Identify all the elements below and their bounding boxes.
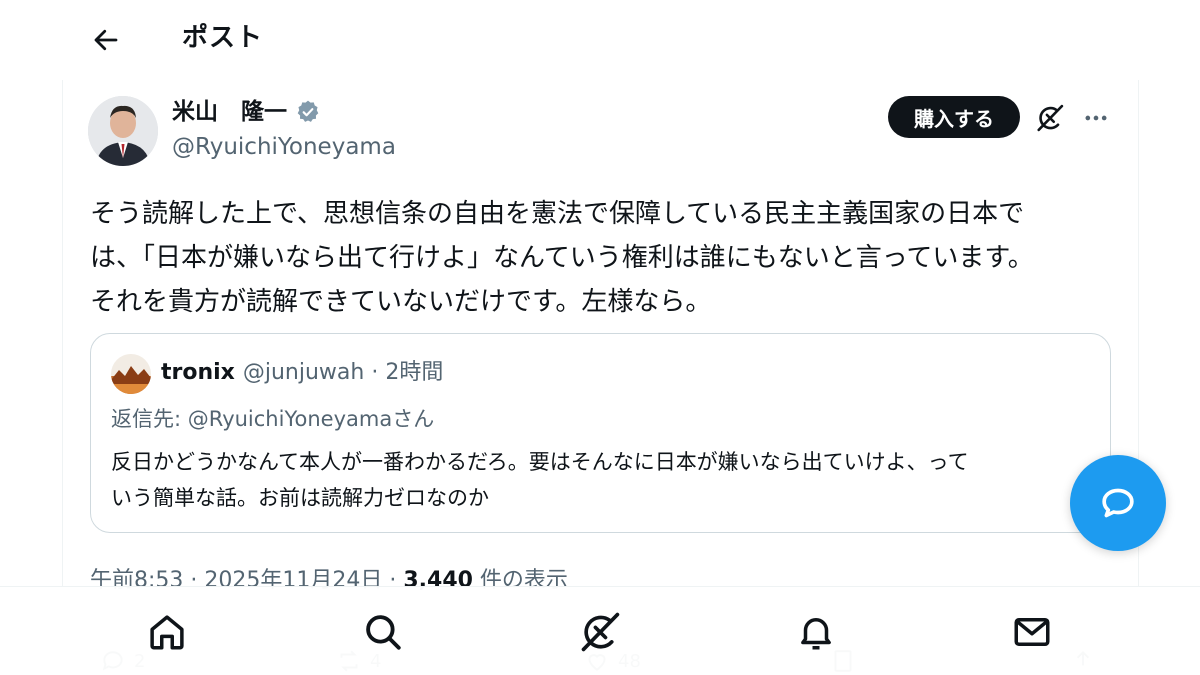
top-header: ポスト	[0, 0, 1200, 78]
compose-reply-button[interactable]	[1070, 455, 1166, 551]
quoted-header: tronix @junjuwah · 2時間	[161, 358, 443, 388]
more-dots-icon	[1085, 115, 1107, 121]
author-name-text: 米山 隆一	[172, 99, 287, 125]
buy-button[interactable]: 購入する	[888, 96, 1020, 138]
bell-icon	[801, 618, 831, 650]
quoted-post-card[interactable]: tronix @junjuwah · 2時間 返信先: @RyuichiYone…	[90, 333, 1111, 533]
mail-icon	[1014, 618, 1050, 646]
nav-messages[interactable]	[1007, 607, 1057, 657]
author-handle[interactable]: @RyuichiYoneyama	[172, 132, 396, 162]
grok-icon	[1037, 104, 1064, 132]
quoted-author-meta: @junjuwah · 2時間	[242, 360, 444, 385]
quoted-line: 反日かどうかなんて本人が一番わかるだろ。要はそんなに日本が嫌いなら出ていけよ、っ…	[111, 450, 969, 474]
arrow-left-icon	[94, 29, 118, 51]
quoted-line: いう簡単な話。お前は読解力ゼロなのか	[111, 486, 489, 510]
quoted-reply-to: 返信先: @RyuichiYoneyamaさん	[111, 407, 435, 431]
compose-reply-icon	[1102, 488, 1134, 518]
nav-home[interactable]	[142, 607, 192, 657]
nav-grok[interactable]	[575, 607, 625, 657]
post-line: それを貴方が読解できていないだけです。左様なら。	[90, 287, 712, 317]
grok-button[interactable]	[1032, 100, 1068, 136]
search-icon	[366, 615, 401, 650]
grok-icon	[581, 612, 620, 652]
bottom-navigation	[0, 586, 1200, 675]
page-title: ポスト	[182, 23, 264, 53]
nav-notifications[interactable]	[791, 607, 841, 657]
post-line: は、「日本が嫌いなら出て行けよ」なんていう権利は誰にもないと言っています。	[90, 243, 1034, 273]
home-icon	[150, 615, 184, 650]
author-name[interactable]: 米山 隆一	[172, 96, 321, 128]
verified-badge-icon	[295, 99, 321, 125]
post-text: そう読解した上で、思想信条の自由を憲法で保障している民主主義国家の日本で は、「…	[90, 192, 1110, 324]
quoted-text: 反日かどうかなんて本人が一番わかるだろ。要はそんなに日本が嫌いなら出ていけよ、っ…	[111, 444, 1091, 516]
post-line: そう読解した上で、思想信条の自由を憲法で保障している民主主義国家の日本で	[90, 199, 1025, 229]
back-button[interactable]	[86, 20, 126, 60]
more-options-button[interactable]	[1078, 100, 1114, 136]
column-border-left	[62, 80, 63, 600]
quoted-author-name[interactable]: tronix	[161, 358, 235, 388]
quoted-author-avatar[interactable]	[111, 354, 151, 394]
author-avatar[interactable]	[88, 96, 158, 166]
nav-search[interactable]	[358, 607, 408, 657]
